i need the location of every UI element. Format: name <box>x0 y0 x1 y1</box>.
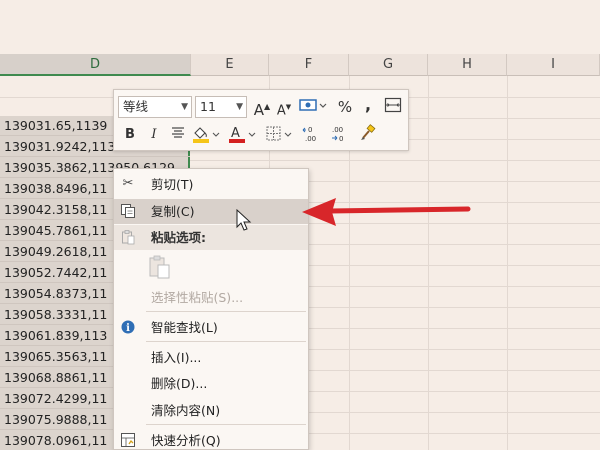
borders-icon <box>266 126 292 141</box>
font-name-value: 等线 <box>123 99 149 114</box>
menu-item-label: 智能查找(L) <box>151 320 218 335</box>
smart-lookup-icon: i <box>120 319 136 335</box>
font-color-icon: A <box>229 126 256 143</box>
percent-style-button[interactable]: % <box>334 96 356 118</box>
chevron-down-icon: ▼ <box>236 102 243 112</box>
merge-center-icon <box>384 97 402 113</box>
menu-item-label: 插入(I)... <box>151 350 202 365</box>
font-size-combo[interactable]: 11 ▼ <box>195 96 247 118</box>
currency-format-icon <box>299 99 327 111</box>
context-menu: ✂ 剪切(T) 复制(C) 粘贴选项: 选择性粘贴(S)... i 智能查找(L… <box>113 168 309 450</box>
font-size-value: 11 <box>200 99 216 114</box>
menu-item-label: 粘贴选项: <box>151 230 206 245</box>
menu-item-copy[interactable]: 复制(C) <box>114 199 308 224</box>
column-header-i[interactable]: I <box>507 54 600 76</box>
align-center-button[interactable] <box>167 124 189 146</box>
paste-option-button[interactable] <box>147 254 173 280</box>
menu-separator <box>146 341 306 342</box>
borders-button[interactable] <box>264 124 294 146</box>
menu-item-label: 清除内容(N) <box>151 403 221 418</box>
svg-text:.00: .00 <box>332 126 343 134</box>
column-header-e[interactable]: E <box>191 54 269 76</box>
italic-button[interactable]: I <box>143 124 165 146</box>
grid-line <box>428 76 429 450</box>
fill-color-button[interactable] <box>191 124 221 146</box>
menu-item-label: 剪切(T) <box>151 177 194 192</box>
font-color-button[interactable]: A <box>227 124 257 146</box>
paste-icon <box>149 255 170 279</box>
column-header-d[interactable]: D <box>0 54 191 76</box>
paste-options-header: 粘贴选项: <box>114 225 308 250</box>
grid-line <box>507 76 508 450</box>
scissors-icon: ✂ <box>122 176 134 191</box>
column-header-f[interactable]: F <box>269 54 349 76</box>
menu-separator <box>146 311 306 312</box>
svg-text:i: i <box>126 323 130 334</box>
decrease-decimal-icon: .00 0 <box>332 126 343 143</box>
menu-item-cut[interactable]: ✂ 剪切(T) <box>114 172 308 197</box>
red-arrow-annotation <box>302 198 471 226</box>
shrink-font-button[interactable]: A▼ <box>273 96 295 118</box>
menu-item-clear-contents[interactable]: 清除内容(N) <box>114 398 308 423</box>
grow-font-button[interactable]: A▲ <box>251 96 273 119</box>
grow-font-icon: A <box>253 101 265 119</box>
menu-item-label: 复制(C) <box>151 204 195 219</box>
menu-separator <box>146 424 306 425</box>
svg-text:0: 0 <box>339 135 343 143</box>
bold-button[interactable]: B <box>119 124 141 146</box>
column-header-g[interactable]: G <box>349 54 428 76</box>
chevron-down-icon: ▼ <box>181 102 188 112</box>
number-format-button[interactable] <box>297 96 329 118</box>
mini-toolbar: 等线 ▼ 11 ▼ A▲ A▼ % , B I A 0 .00 .00 0 <box>113 89 409 151</box>
ribbon-area <box>0 0 600 54</box>
merge-cells-button[interactable] <box>382 96 404 118</box>
shrink-font-icon: A <box>276 103 286 119</box>
menu-item-quick-analysis[interactable]: 快速分析(Q) <box>114 428 308 450</box>
font-color-letter: A <box>231 126 240 141</box>
decrease-decimal-button[interactable]: .00 0 <box>329 124 355 146</box>
menu-item-label: 删除(D)... <box>151 376 208 391</box>
menu-item-paste-special[interactable]: 选择性粘贴(S)... <box>114 285 308 310</box>
increase-decimal-icon: 0 .00 <box>302 126 316 143</box>
copy-icon <box>120 203 136 219</box>
menu-item-insert[interactable]: 插入(I)... <box>114 345 308 370</box>
paint-bucket-icon <box>193 127 220 143</box>
mouse-cursor-icon <box>236 209 252 231</box>
excel-window: D E F G H I 139031.65,1139 139031.9242,1… <box>0 0 600 450</box>
align-center-icon <box>172 127 184 138</box>
quick-analysis-icon <box>120 432 136 448</box>
clipboard-icon <box>120 229 136 245</box>
increase-decimal-button[interactable]: 0 .00 <box>302 124 328 146</box>
menu-item-label: 选择性粘贴(S)... <box>151 290 244 305</box>
font-name-combo[interactable]: 等线 ▼ <box>118 96 192 118</box>
menu-item-delete[interactable]: 删除(D)... <box>114 371 308 396</box>
format-painter-icon <box>361 124 376 140</box>
menu-item-smart-lookup[interactable]: i 智能查找(L) <box>114 315 308 340</box>
svg-text:0: 0 <box>308 126 312 134</box>
column-header-h[interactable]: H <box>428 54 507 76</box>
svg-text:.00: .00 <box>305 135 316 143</box>
menu-item-label: 快速分析(Q) <box>151 433 221 448</box>
format-painter-button[interactable] <box>357 124 379 146</box>
comma-style-button[interactable]: , <box>357 94 379 116</box>
